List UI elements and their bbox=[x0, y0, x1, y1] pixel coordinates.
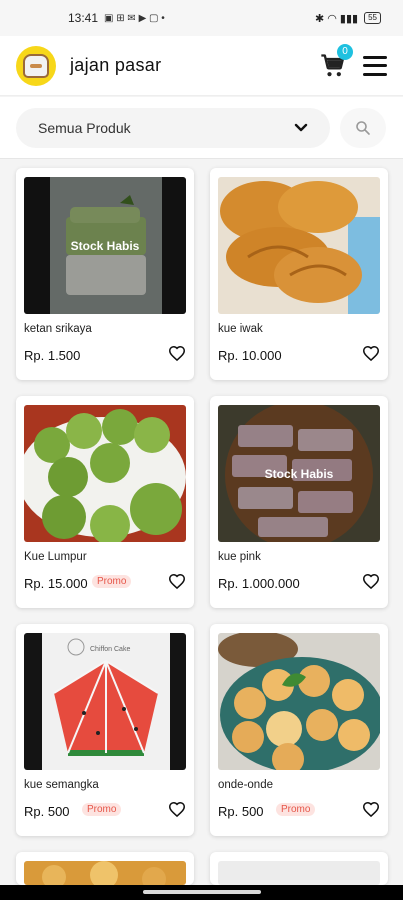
heart-icon[interactable] bbox=[167, 799, 187, 819]
heart-icon[interactable] bbox=[361, 571, 381, 591]
product-name: onde-onde bbox=[218, 779, 273, 791]
product-name: Kue Lumpur bbox=[24, 551, 87, 563]
product-image bbox=[218, 861, 380, 885]
product-image bbox=[24, 405, 186, 542]
product-card[interactable]: kue iwak Rp. 10.000 bbox=[210, 168, 388, 380]
product-name: kue iwak bbox=[218, 323, 263, 335]
search-icon bbox=[356, 120, 370, 135]
product-card[interactable]: Chiffon Cake kue semangka Rp. 500 Promo bbox=[16, 624, 194, 836]
product-image bbox=[218, 177, 380, 314]
product-price: Rp. 500 bbox=[24, 804, 70, 819]
app-header: jajan pasar 0 bbox=[0, 36, 403, 96]
promo-badge: Promo bbox=[82, 803, 122, 816]
product-card[interactable] bbox=[16, 852, 194, 885]
battery-icon: 55 bbox=[364, 12, 381, 24]
connectivity-icons: ✱ ◠ ▮▮▮ bbox=[315, 12, 359, 25]
filter-bar: Semua Produk bbox=[0, 97, 403, 159]
image-caption: Chiffon Cake bbox=[90, 646, 130, 653]
product-image: Chiffon Cake bbox=[24, 633, 186, 770]
app-title: jajan pasar bbox=[70, 55, 162, 75]
heart-icon[interactable] bbox=[167, 343, 187, 363]
category-dropdown[interactable]: Semua Produk bbox=[16, 107, 330, 148]
product-price: Rp. 1.500 bbox=[24, 348, 81, 363]
promo-badge: Promo bbox=[276, 803, 316, 816]
product-price: Rp. 500 bbox=[218, 804, 264, 819]
product-price: Rp. 10.000 bbox=[218, 348, 282, 363]
promo-badge: Promo bbox=[92, 575, 132, 588]
chevron-down-icon bbox=[294, 123, 308, 131]
product-card[interactable]: onde-onde Rp. 500 Promo bbox=[210, 624, 388, 836]
cart-button[interactable]: 0 bbox=[319, 43, 353, 80]
search-button[interactable] bbox=[340, 107, 386, 148]
product-name: kue semangka bbox=[24, 779, 99, 791]
app-logo[interactable] bbox=[16, 45, 56, 86]
system-navigation-bar bbox=[0, 885, 403, 900]
product-price: Rp. 15.000 bbox=[24, 576, 88, 591]
home-gesture-handle[interactable] bbox=[143, 890, 261, 894]
product-image bbox=[218, 633, 380, 770]
product-image: Stock Habis bbox=[218, 405, 380, 542]
product-name: ketan srikaya bbox=[24, 323, 92, 335]
product-card[interactable]: Stock Habis kue pink Rp. 1.000.000 bbox=[210, 396, 388, 608]
hamburger-menu-icon[interactable] bbox=[363, 55, 387, 76]
heart-icon[interactable] bbox=[361, 343, 381, 363]
product-card[interactable] bbox=[210, 852, 388, 885]
product-price: Rp. 1.000.000 bbox=[218, 576, 300, 591]
product-image: Stock Habis bbox=[24, 177, 186, 314]
category-dropdown-value: Semua Produk bbox=[38, 119, 131, 136]
stock-habis-label: Stock Habis bbox=[218, 405, 380, 542]
status-time: 13:41 bbox=[68, 11, 99, 25]
stock-habis-label: Stock Habis bbox=[24, 177, 186, 314]
product-image bbox=[24, 861, 186, 885]
product-card[interactable]: Stock Habis ketan srikaya Rp. 1.500 bbox=[16, 168, 194, 380]
product-name: kue pink bbox=[218, 551, 261, 563]
heart-icon[interactable] bbox=[167, 571, 187, 591]
product-card[interactable]: Kue Lumpur Rp. 15.000 Promo bbox=[16, 396, 194, 608]
notification-icons: ▣ ⊞ ✉ ▶ ▢ • bbox=[104, 12, 165, 24]
status-bar: 13:41 ▣ ⊞ ✉ ▶ ▢ • ✱ ◠ ▮▮▮ 55 bbox=[0, 0, 403, 36]
heart-icon[interactable] bbox=[361, 799, 381, 819]
cart-count-badge: 0 bbox=[337, 43, 353, 60]
